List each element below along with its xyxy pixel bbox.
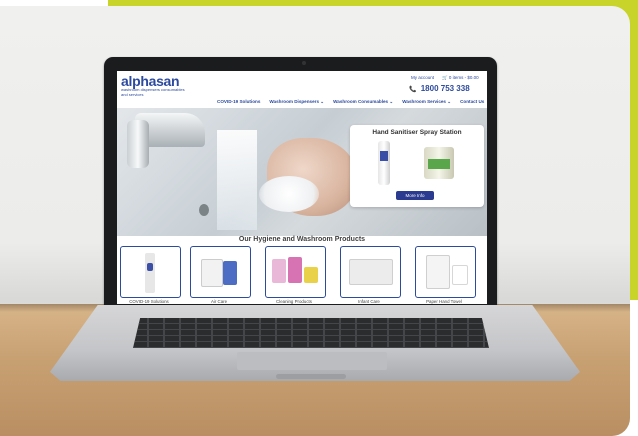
product-card-covid[interactable] <box>120 246 181 298</box>
cleaning-bottle-yellow-image <box>304 267 318 283</box>
cart-link[interactable]: 🛒 0 items - $0.00 <box>442 75 479 81</box>
towel-pack-image <box>452 265 468 285</box>
cleaning-bottle-magenta-image <box>288 257 302 283</box>
laptop-trackpad <box>237 352 387 370</box>
nav-washroom-dispensers[interactable]: Washroom Dispensers ⌄ <box>269 99 324 105</box>
sanitiser-stand-image <box>378 141 390 185</box>
water-stream-image <box>217 130 257 230</box>
nav-contact-us[interactable]: Contact Us <box>460 99 484 105</box>
products-heading: Our Hygiene and Washroom Products <box>238 236 366 243</box>
product-card-paper-towel[interactable] <box>415 246 476 298</box>
keyboard-rows <box>133 318 489 348</box>
towel-dispenser-image <box>426 255 450 289</box>
phone-icon: 📞 <box>409 87 417 93</box>
site-tagline: washroom dispensers consumables and serv… <box>121 87 185 97</box>
main-navigation: COVID-19 Solutions Washroom Dispensers ⌄… <box>217 99 484 105</box>
product-label-paper-towel[interactable]: Paper Hand Towel <box>413 299 475 304</box>
soap-foam-image <box>259 176 319 212</box>
canister-label-image <box>428 159 450 169</box>
cleaning-bottle-pink-image <box>272 259 286 283</box>
product-label-cleaning[interactable]: Cleaning Products <box>263 299 325 304</box>
covid-stand-label-image <box>147 263 153 271</box>
laptop-front-notch <box>276 374 346 379</box>
cart-icon: 🛒 <box>442 75 448 80</box>
webcam-icon <box>302 61 306 65</box>
baby-change-table-image <box>349 259 393 285</box>
sink-drain-image <box>199 204 209 216</box>
stand-label-image <box>380 151 388 161</box>
nav-washroom-consumables[interactable]: Washroom Consumables ⌄ <box>333 99 393 105</box>
site-header: alphasan washroom dispensers consumables… <box>117 71 487 107</box>
product-card-cleaning[interactable] <box>265 246 326 298</box>
covid-stand-image <box>145 253 155 293</box>
product-card-air-care[interactable] <box>190 246 251 298</box>
product-label-infant-care[interactable]: Infant Care <box>338 299 400 304</box>
more-info-button[interactable]: More Info <box>396 191 434 200</box>
product-label-air-care[interactable]: Air Care <box>188 299 250 304</box>
air-refill-image <box>223 261 237 285</box>
promo-card: Hand Sanitiser Spray Station More Info <box>350 125 484 207</box>
phone-text: 1800 753 338 <box>420 84 470 93</box>
laptop-screen: alphasan washroom dispensers consumables… <box>117 71 487 304</box>
hero-banner: Hand Sanitiser Spray Station More Info <box>117 108 487 236</box>
my-account-link[interactable]: My account <box>411 75 434 80</box>
tap-spout-image <box>127 120 149 168</box>
phone-number[interactable]: 📞 1800 753 338 <box>409 84 470 93</box>
cart-summary: 0 items - $0.00 <box>448 75 479 80</box>
product-card-infant-care[interactable] <box>340 246 401 298</box>
air-dispenser-image <box>201 259 223 287</box>
product-label-covid[interactable]: COVID-19 Solutions <box>118 299 180 304</box>
promo-title: Hand Sanitiser Spray Station <box>372 129 462 136</box>
nav-washroom-services[interactable]: Washroom Services ⌄ <box>402 99 451 105</box>
nav-covid-solutions[interactable]: COVID-19 Solutions <box>217 99 260 105</box>
